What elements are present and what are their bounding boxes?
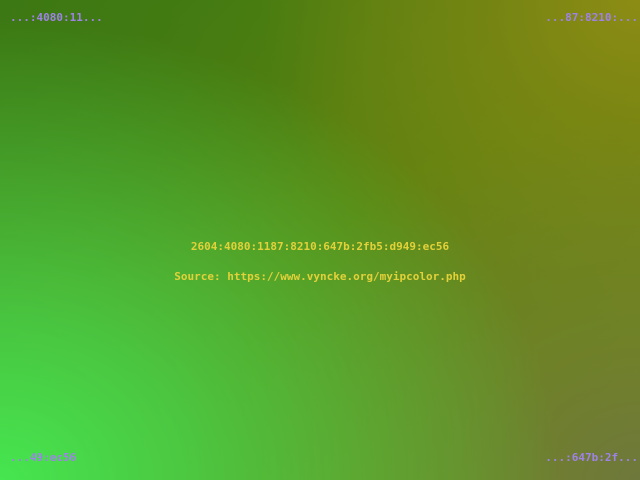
corner-label-top-left: ...:4080:11...	[10, 11, 103, 24]
ip-address-text: 2604:4080:1187:8210:647b:2fb5:d949:ec56	[190, 240, 450, 253]
corner-label-top-right: ...87:8210:...	[545, 11, 638, 24]
source-attribution-text: Source: https://www.vyncke.org/myipcolor…	[174, 270, 466, 283]
corner-label-bottom-right: ...:647b:2f...	[545, 451, 638, 464]
corner-label-bottom-left: ...49:ec56	[10, 451, 77, 464]
ip-color-background: ...:4080:11... ...87:8210:... ...49:ec56…	[0, 0, 640, 480]
